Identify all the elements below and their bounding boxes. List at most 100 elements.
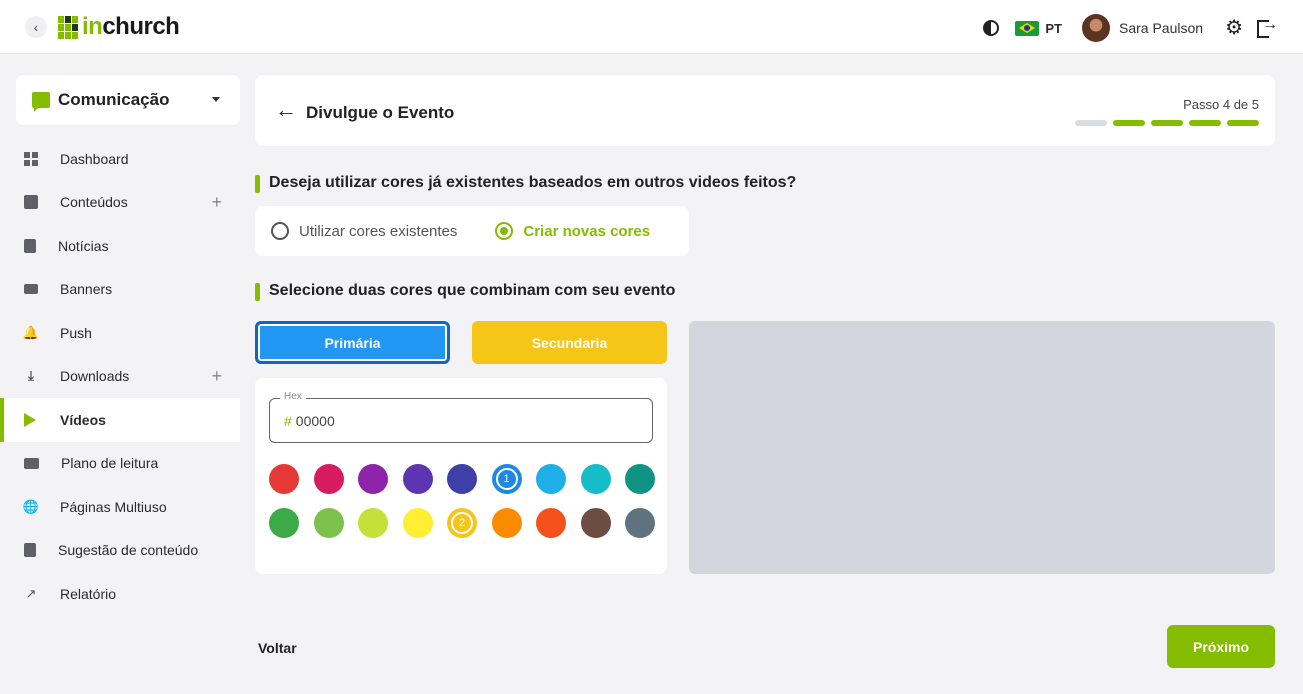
color-swatches: 12 (269, 464, 655, 538)
sidebar-item-videos[interactable]: Vídeos (0, 398, 240, 442)
sidebar-item-label: Dashboard (60, 150, 129, 167)
avatar[interactable] (1082, 14, 1110, 42)
color-swatch[interactable] (447, 464, 477, 494)
report-icon: ↗ (25, 585, 37, 601)
caret-down-icon (212, 97, 220, 102)
color-swatch[interactable] (491, 508, 522, 538)
step-segment (1189, 120, 1221, 126)
reading-plan-icon (24, 457, 39, 469)
back-button[interactable]: Voltar (258, 640, 297, 656)
logo-text: inchurch (82, 13, 180, 40)
top-bar: ‹ inchurch PT Sara Paulson ⚙ (0, 0, 1303, 54)
color-swatch[interactable] (402, 508, 433, 538)
news-icon (24, 238, 36, 253)
primary-color-tab[interactable]: Primária (255, 321, 450, 364)
hex-input[interactable]: Hex # 00000 (269, 391, 653, 443)
sidebar-item-label: Push (60, 324, 92, 341)
add-download-button[interactable]: + (211, 366, 222, 387)
sidebar-item-label: Plano de leitura (61, 455, 159, 472)
arrow-left-icon[interactable]: ← (275, 99, 297, 121)
logout-icon[interactable] (1257, 16, 1278, 38)
step-segment (1113, 120, 1145, 126)
color-swatch[interactable] (402, 464, 433, 494)
download-icon: ⤓ (28, 368, 34, 384)
color-swatch[interactable] (625, 464, 655, 494)
sidebar-nav: Dashboard Conteúdos + Notícias Banners 🔔… (0, 137, 240, 616)
color-source-radio-group: Utilizar cores existentes Criar novas co… (255, 206, 689, 256)
sidebar-item-downloads[interactable]: ⤓ Downloads + (0, 355, 240, 399)
step-progress (1075, 120, 1259, 126)
color-swatch[interactable] (358, 464, 388, 494)
sidebar-item-conteudos[interactable]: Conteúdos + (0, 181, 240, 225)
sidebar-item-label: Vídeos (60, 411, 106, 428)
sidebar-item-label: Sugestão de conteúdo (58, 542, 199, 559)
sidebar-item-label: Conteúdos (60, 194, 128, 211)
sidebar-item-push[interactable]: 🔔 Push (0, 311, 240, 355)
next-button[interactable]: Próximo (1167, 625, 1275, 668)
color-swatch[interactable] (269, 464, 299, 494)
selected-swatch-badge: 2 (451, 512, 473, 534)
suggestion-icon (24, 543, 36, 558)
sidebar-item-sugestao-de-conteudo[interactable]: Sugestão de conteúdo (0, 529, 240, 573)
selected-swatch-badge: 1 (495, 468, 518, 490)
color-swatch[interactable] (580, 464, 611, 494)
step-segment (1075, 120, 1107, 126)
globe-icon: 🌐 (22, 498, 40, 514)
color-swatch[interactable]: 2 (447, 508, 477, 538)
question-select-colors-title: Selecione duas cores que combinam com se… (255, 282, 675, 301)
question-existing-colors-title: Deseja utilizar cores já existentes base… (255, 174, 796, 193)
radio-create-new-colors[interactable]: Criar novas cores (495, 222, 650, 240)
video-preview (689, 321, 1275, 574)
language-selector[interactable]: PT (1045, 21, 1062, 36)
step-segment (1227, 120, 1259, 126)
sidebar-item-label: Banners (60, 281, 113, 298)
user-name[interactable]: Sara Paulson (1119, 20, 1203, 36)
color-swatch[interactable] (269, 508, 299, 538)
sidebar-item-plano-de-leitura[interactable]: Plano de leitura (0, 442, 240, 486)
step-indicator-label: Passo 4 de 5 (1183, 97, 1259, 112)
sidebar-item-relatorio[interactable]: ↗ Relatório (0, 572, 240, 616)
sidebar-item-banners[interactable]: Banners (0, 268, 240, 312)
radio-checked-icon (495, 222, 514, 240)
chevron-left-icon[interactable]: ‹ (25, 16, 47, 38)
sidebar-item-dashboard[interactable]: Dashboard (0, 137, 240, 181)
hex-prefix: # (284, 412, 292, 429)
sidebar-item-label: Páginas Multiuso (60, 498, 167, 515)
page-title: Divulgue o Evento (306, 103, 455, 122)
sidebar-item-noticias[interactable]: Notícias (0, 224, 240, 268)
logo-mark-icon (58, 16, 78, 39)
radio-use-existing-colors[interactable]: Utilizar cores existentes (271, 222, 457, 240)
module-label: Comunicação (58, 90, 170, 109)
color-swatch[interactable] (313, 508, 344, 538)
color-swatch[interactable] (536, 464, 566, 494)
bell-icon: 🔔 (22, 324, 40, 340)
hex-label: Hex (280, 391, 306, 402)
contrast-icon[interactable] (983, 20, 1000, 36)
sidebar-item-paginas-multiuso[interactable]: 🌐 Páginas Multiuso (0, 485, 240, 529)
dashboard-icon (24, 151, 38, 166)
inchurch-logo[interactable]: inchurch (58, 13, 180, 40)
color-swatch[interactable] (625, 508, 655, 538)
step-segment (1151, 120, 1183, 126)
radio-label: Criar novas cores (523, 222, 651, 240)
radio-unchecked-icon (271, 222, 289, 240)
chat-icon (32, 92, 50, 112)
brazil-flag-icon[interactable] (1015, 20, 1040, 36)
color-swatch[interactable] (358, 508, 388, 538)
secondary-color-tab[interactable]: Secundaria (472, 321, 667, 364)
play-icon (24, 412, 36, 427)
add-content-button[interactable]: + (211, 192, 222, 213)
color-swatch[interactable] (313, 464, 344, 494)
content-icon (24, 195, 38, 210)
color-swatch[interactable]: 1 (491, 464, 522, 494)
color-swatch[interactable] (580, 508, 611, 538)
top-bar-actions: PT Sara Paulson ⚙ (983, 14, 1278, 42)
radio-label: Utilizar cores existentes (299, 222, 458, 240)
settings-icon[interactable]: ⚙ (1225, 18, 1243, 38)
color-swatch[interactable] (536, 508, 566, 538)
banner-icon (24, 284, 38, 295)
sidebar-item-label: Notícias (58, 237, 109, 254)
wizard-header: ← Divulgue o Evento Passo 4 de 5 (255, 75, 1275, 146)
sidebar-item-label: Downloads (60, 368, 130, 385)
module-selector[interactable]: Comunicação (16, 75, 240, 125)
